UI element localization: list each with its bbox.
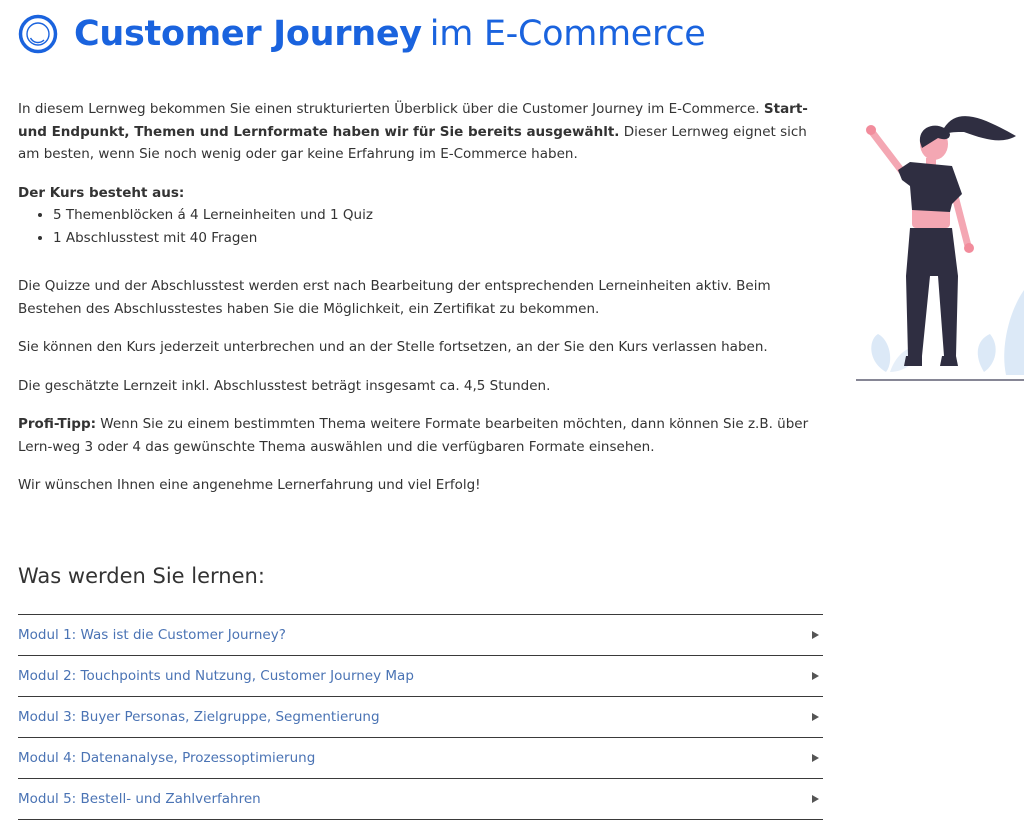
course-structure-heading: Der Kurs besteht aus: [18,184,185,201]
page-title-light: im E-Commerce [429,14,706,54]
intro-paragraph: In diesem Lernweg bekommen Sie einen str… [18,98,826,166]
module-label[interactable]: Modul 4: Datenanalyse, Prozessoptimierun… [18,750,315,766]
intro-text-1: In diesem Lernweg bekommen Sie einen str… [18,101,764,117]
module-row-5[interactable]: Modul 5: Bestell- und Zahlverfahren [18,779,823,820]
triangle-right-icon[interactable] [812,672,819,680]
quiz-paragraph: Die Quizze und der Abschlusstest werden … [18,278,771,317]
tip-text: Wenn Sie zu einem bestimmten Thema weite… [18,416,809,455]
triangle-right-icon[interactable] [812,754,819,762]
module-row-4[interactable]: Modul 4: Datenanalyse, Prozessoptimierun… [18,738,823,779]
triangle-right-icon[interactable] [812,713,819,721]
module-label[interactable]: Modul 1: Was ist die Customer Journey? [18,627,286,643]
module-label[interactable]: Modul 2: Touchpoints und Nutzung, Custom… [18,668,414,684]
course-structure-list: 5 Themenblöcken á 4 Lerneinheiten und 1 … [18,204,826,249]
module-accordion: Modul 1: Was ist die Customer Journey? M… [18,614,823,820]
woman-waving-illustration [856,116,1024,381]
triangle-right-icon[interactable] [812,795,819,803]
course-description: In diesem Lernweg bekommen Sie einen str… [18,98,826,497]
page-title-bold: Customer Journey [74,14,422,54]
triangle-right-icon[interactable] [812,631,819,639]
module-row-2[interactable]: Modul 2: Touchpoints und Nutzung, Custom… [18,656,823,697]
tip-label: Profi-Tipp: [18,416,97,432]
learn-heading: Was werden Sie lernen: [18,564,265,588]
circle-logo-icon [18,14,58,54]
page-header: Customer Journey im E-Commerce [18,12,706,56]
time-paragraph: Die geschätzte Lernzeit inkl. Abschlusst… [18,377,551,394]
list-item: 1 Abschlusstest mit 40 Fragen [53,227,826,250]
tip-paragraph: Profi-Tipp: Wenn Sie zu einem bestimmten… [18,413,826,458]
module-row-3[interactable]: Modul 3: Buyer Personas, Zielgruppe, Seg… [18,697,823,738]
module-label[interactable]: Modul 3: Buyer Personas, Zielgruppe, Seg… [18,709,380,725]
wish-paragraph: Wir wünschen Ihnen eine angenehme Lerner… [18,477,481,493]
module-label[interactable]: Modul 5: Bestell- und Zahlverfahren [18,791,261,807]
module-row-1[interactable]: Modul 1: Was ist die Customer Journey? [18,615,823,656]
list-item: 5 Themenblöcken á 4 Lerneinheiten und 1 … [53,204,826,227]
pause-paragraph: Sie können den Kurs jederzeit unterbrech… [18,339,768,355]
page-title: Customer Journey im E-Commerce [74,14,706,54]
